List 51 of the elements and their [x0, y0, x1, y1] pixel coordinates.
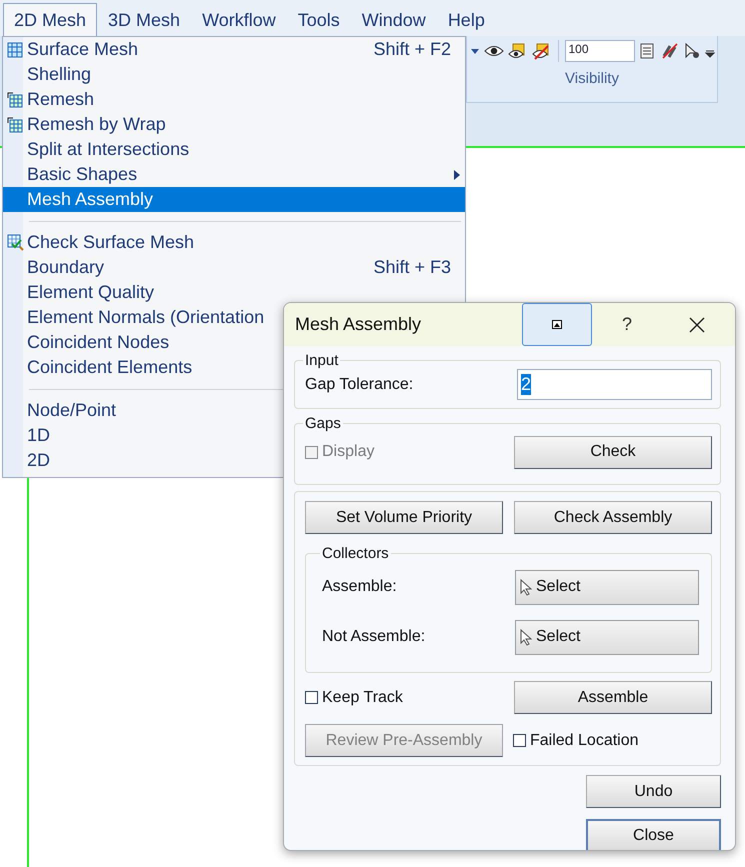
group-title: Collectors	[321, 545, 390, 562]
close-dialog-button[interactable]: Close	[586, 819, 721, 850]
remesh-grid-icon	[7, 92, 23, 108]
value-field[interactable]: 100	[564, 40, 634, 62]
menu-bar-item[interactable]: 3D Mesh	[97, 3, 192, 36]
collapse-icon	[552, 320, 562, 329]
close-icon	[689, 316, 705, 332]
cube-eye-icon[interactable]	[508, 42, 528, 60]
action-button[interactable]: Set Volume Priority	[305, 501, 503, 534]
cursor-arrow-icon	[520, 628, 532, 646]
select-button[interactable]: Select	[515, 620, 699, 654]
cursor-eye-icon[interactable]	[682, 42, 700, 60]
failed-location-checkbox[interactable]: Failed Location	[513, 732, 639, 750]
cube-eye-icon[interactable]	[532, 42, 552, 60]
field-label: Gap Tolerance:	[305, 376, 414, 394]
menu-item[interactable]: Shelling	[3, 62, 465, 87]
remesh-grid-icon	[7, 116, 23, 132]
select-button[interactable]: Select	[515, 570, 699, 604]
cursor-arrow-icon	[520, 578, 532, 596]
help-button[interactable]: ?	[592, 303, 662, 346]
menu-bar-item[interactable]: Window	[350, 3, 437, 36]
grid-check-icon	[6, 234, 24, 251]
menu-item[interactable]: Check Surface Mesh	[3, 230, 465, 255]
document-stack-icon[interactable]	[638, 42, 656, 60]
menu-item[interactable]: Element Quality	[3, 280, 465, 305]
menu-item[interactable]: Basic Shapes	[3, 162, 465, 187]
field-label: Not Assemble:	[322, 628, 426, 646]
menu-item[interactable]: Split at Intersections	[3, 137, 465, 162]
field-label: Assemble:	[322, 578, 397, 596]
link-icon[interactable]	[660, 42, 678, 60]
assemble-button[interactable]: Assemble	[514, 681, 712, 714]
menu-item[interactable]: Boundary Shift + F3	[3, 255, 465, 280]
group-title: Gaps	[304, 415, 342, 432]
grid-icon	[7, 42, 23, 58]
group-label: Visibility	[565, 70, 619, 87]
menu-bar-item[interactable]: Help	[436, 3, 496, 36]
input-field[interactable]: 2	[517, 369, 712, 400]
menu-item[interactable]: Mesh Assembly	[3, 187, 465, 212]
menu-item[interactable]: Remesh by Wrap	[3, 112, 465, 137]
collapse-button[interactable]	[522, 303, 592, 346]
menu-item[interactable]: Surface Mesh Shift + F2	[3, 37, 465, 62]
action-button[interactable]: Check Assembly	[514, 501, 712, 534]
menu-item[interactable]: Remesh	[3, 87, 465, 112]
menu-bar-item[interactable]: Workflow	[191, 3, 287, 36]
dialog-title: Mesh Assembly	[294, 314, 422, 335]
keep-track-checkbox[interactable]: Keep Track	[305, 688, 403, 706]
group-title: Input	[304, 352, 340, 369]
check-button[interactable]: Check	[514, 436, 712, 468]
menu-bar-item[interactable]: 2D Mesh	[3, 3, 98, 36]
menu-bar-item[interactable]: Tools	[286, 3, 351, 36]
undo-button[interactable]: Undo	[586, 775, 721, 808]
